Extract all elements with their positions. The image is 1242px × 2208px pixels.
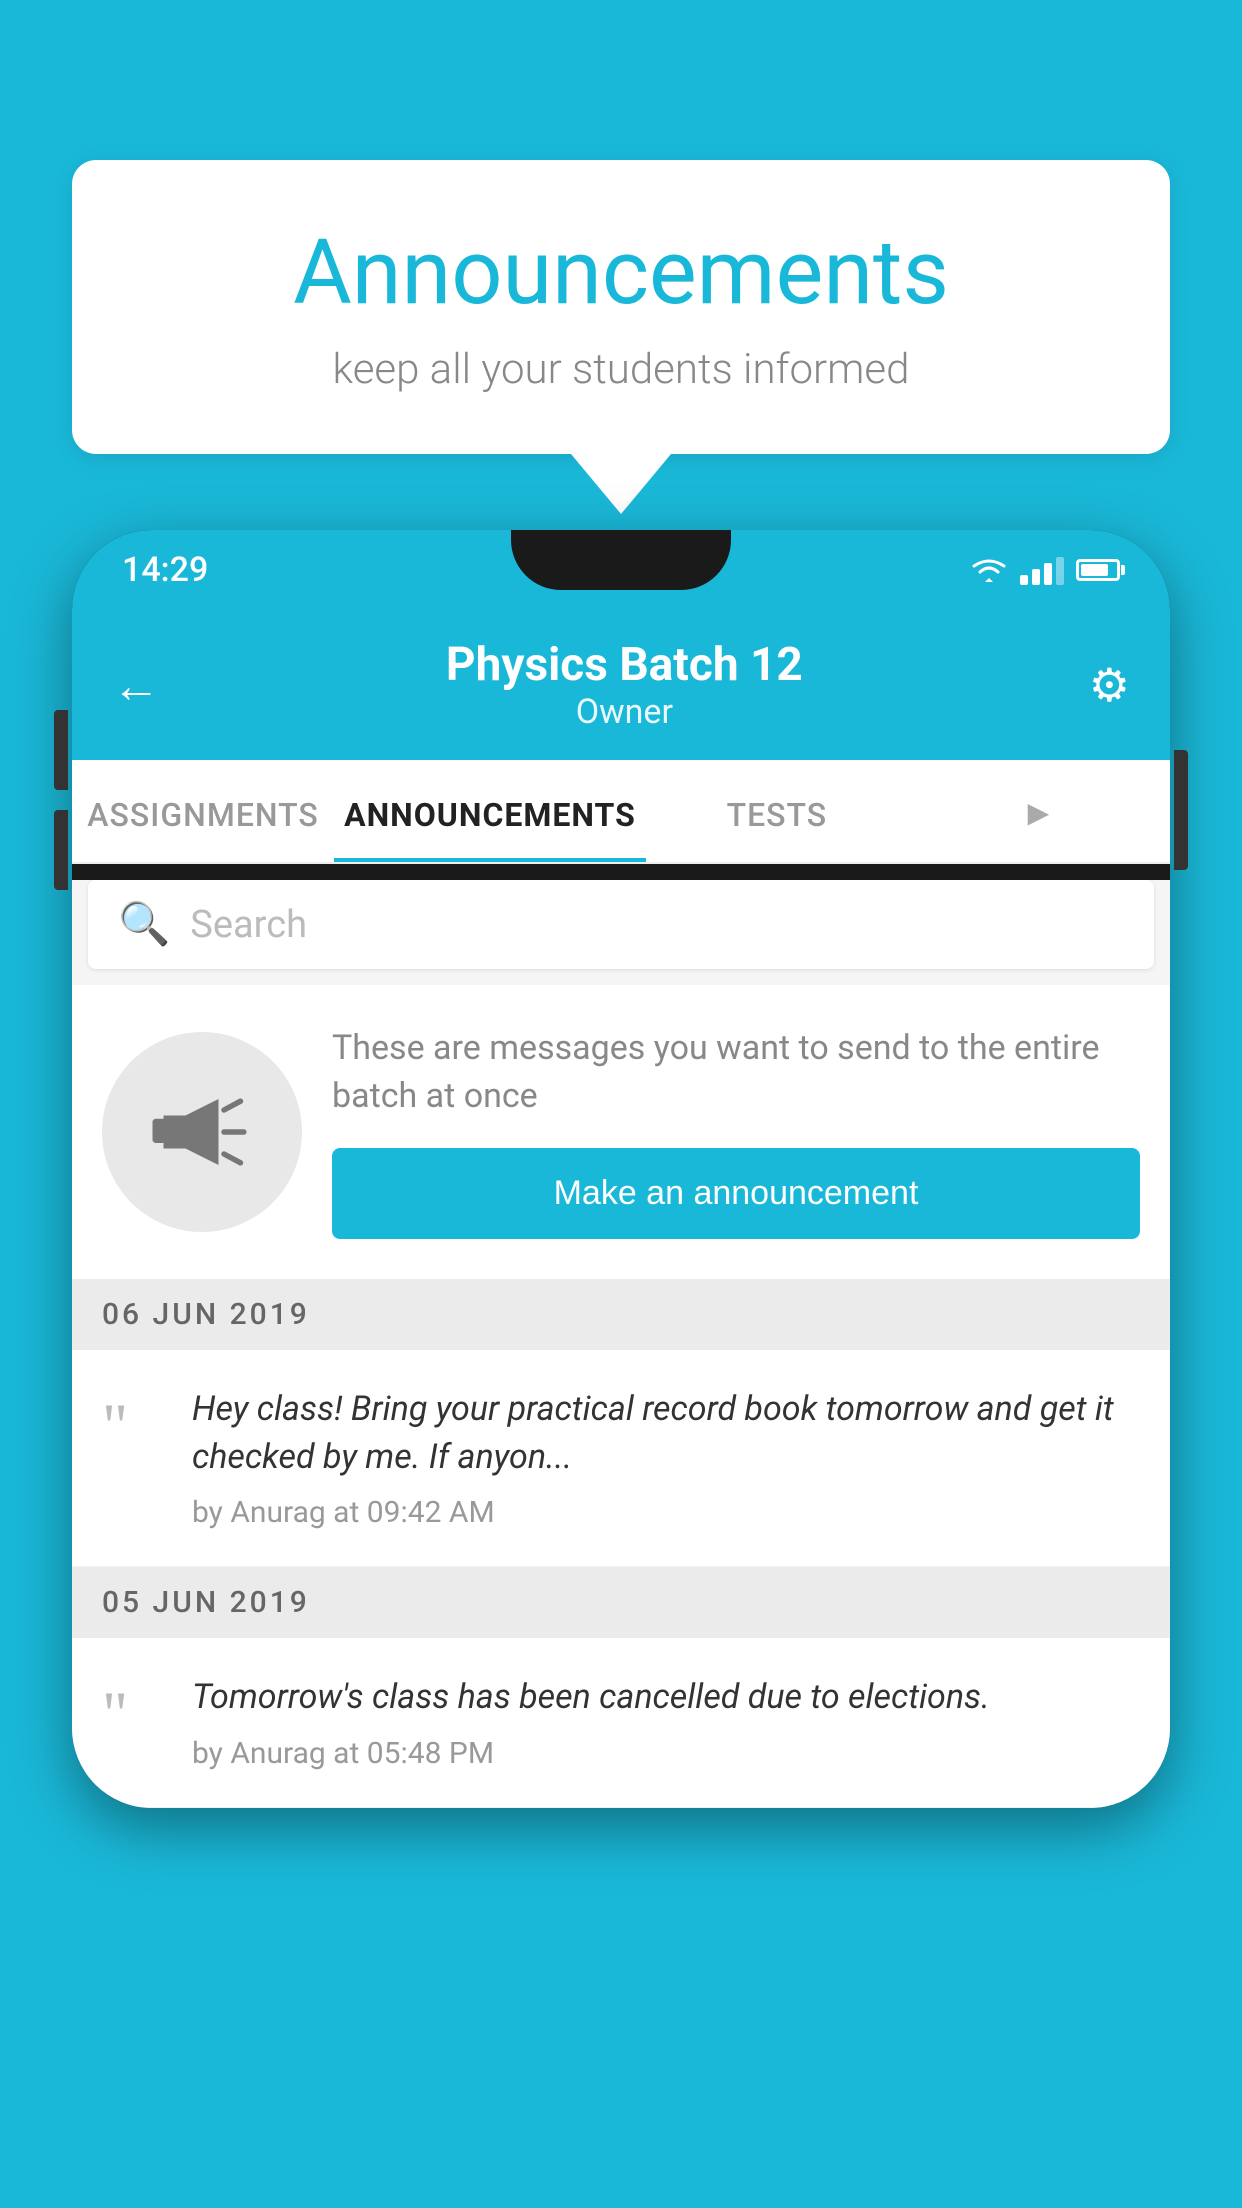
promo-icon-circle xyxy=(102,1032,302,1232)
volume-down-button xyxy=(54,810,68,890)
promo-description: These are messages you want to send to t… xyxy=(332,1025,1140,1120)
volume-up-button xyxy=(54,710,68,790)
power-button xyxy=(1174,750,1188,870)
search-icon: 🔍 xyxy=(118,900,170,949)
announcement-text-1: Hey class! Bring your practical record b… xyxy=(192,1386,1140,1530)
speech-bubble-subtitle: keep all your students informed xyxy=(132,345,1110,394)
speech-bubble-arrow xyxy=(571,454,671,514)
announcement-item-2[interactable]: " Tomorrow's class has been cancelled du… xyxy=(72,1638,1170,1808)
header-center: Physics Batch 12 Owner xyxy=(446,638,803,732)
status-time: 14:29 xyxy=(122,550,208,590)
announcement-item-1[interactable]: " Hey class! Bring your practical record… xyxy=(72,1350,1170,1567)
speech-bubble: Announcements keep all your students inf… xyxy=(72,160,1170,454)
status-icons xyxy=(970,555,1120,585)
status-bar: 14:29 xyxy=(72,530,1170,610)
tab-more[interactable]: ▶ xyxy=(908,760,1170,862)
quote-icon-1: " xyxy=(102,1394,162,1458)
settings-icon[interactable]: ⚙ xyxy=(1089,658,1130,713)
battery-icon xyxy=(1076,559,1120,581)
date-separator-2: 05 JUN 2019 xyxy=(72,1567,1170,1638)
date-separator-1: 06 JUN 2019 xyxy=(72,1279,1170,1350)
megaphone-icon xyxy=(147,1077,257,1187)
announcement-meta-2: by Anurag at 05:48 PM xyxy=(192,1736,1140,1771)
phone-container: 14:29 xyxy=(72,530,1170,2208)
wifi-icon xyxy=(970,556,1008,584)
announcement-text-2: Tomorrow's class has been cancelled due … xyxy=(192,1674,1140,1771)
phone-wrapper: 14:29 xyxy=(72,530,1170,1808)
tab-assignments[interactable]: ASSIGNMENTS xyxy=(72,760,334,862)
announcement-meta-1: by Anurag at 09:42 AM xyxy=(192,1495,1140,1530)
tab-announcements[interactable]: ANNOUNCEMENTS xyxy=(334,760,646,862)
tab-tests[interactable]: TESTS xyxy=(646,760,908,862)
search-placeholder: Search xyxy=(190,903,307,947)
phone-device: 14:29 xyxy=(72,530,1170,1808)
search-bar[interactable]: 🔍 Search xyxy=(88,880,1154,969)
app-header: ← Physics Batch 12 Owner ⚙ xyxy=(72,610,1170,760)
batch-title: Physics Batch 12 xyxy=(446,638,803,692)
announcement-content-1: Hey class! Bring your practical record b… xyxy=(192,1386,1140,1481)
tabs-bar: ASSIGNMENTS ANNOUNCEMENTS TESTS ▶ xyxy=(72,760,1170,864)
speech-bubble-container: Announcements keep all your students inf… xyxy=(72,160,1170,514)
signal-icon xyxy=(1020,555,1064,585)
speech-bubble-title: Announcements xyxy=(132,220,1110,325)
announcement-content-2: Tomorrow's class has been cancelled due … xyxy=(192,1674,1140,1722)
promo-block: These are messages you want to send to t… xyxy=(72,985,1170,1279)
promo-right: These are messages you want to send to t… xyxy=(332,1025,1140,1239)
make-announcement-button[interactable]: Make an announcement xyxy=(332,1148,1140,1239)
back-button[interactable]: ← xyxy=(112,657,160,714)
content-area: 🔍 Search xyxy=(72,880,1170,1808)
quote-icon-2: " xyxy=(102,1682,162,1746)
owner-label: Owner xyxy=(446,692,803,732)
